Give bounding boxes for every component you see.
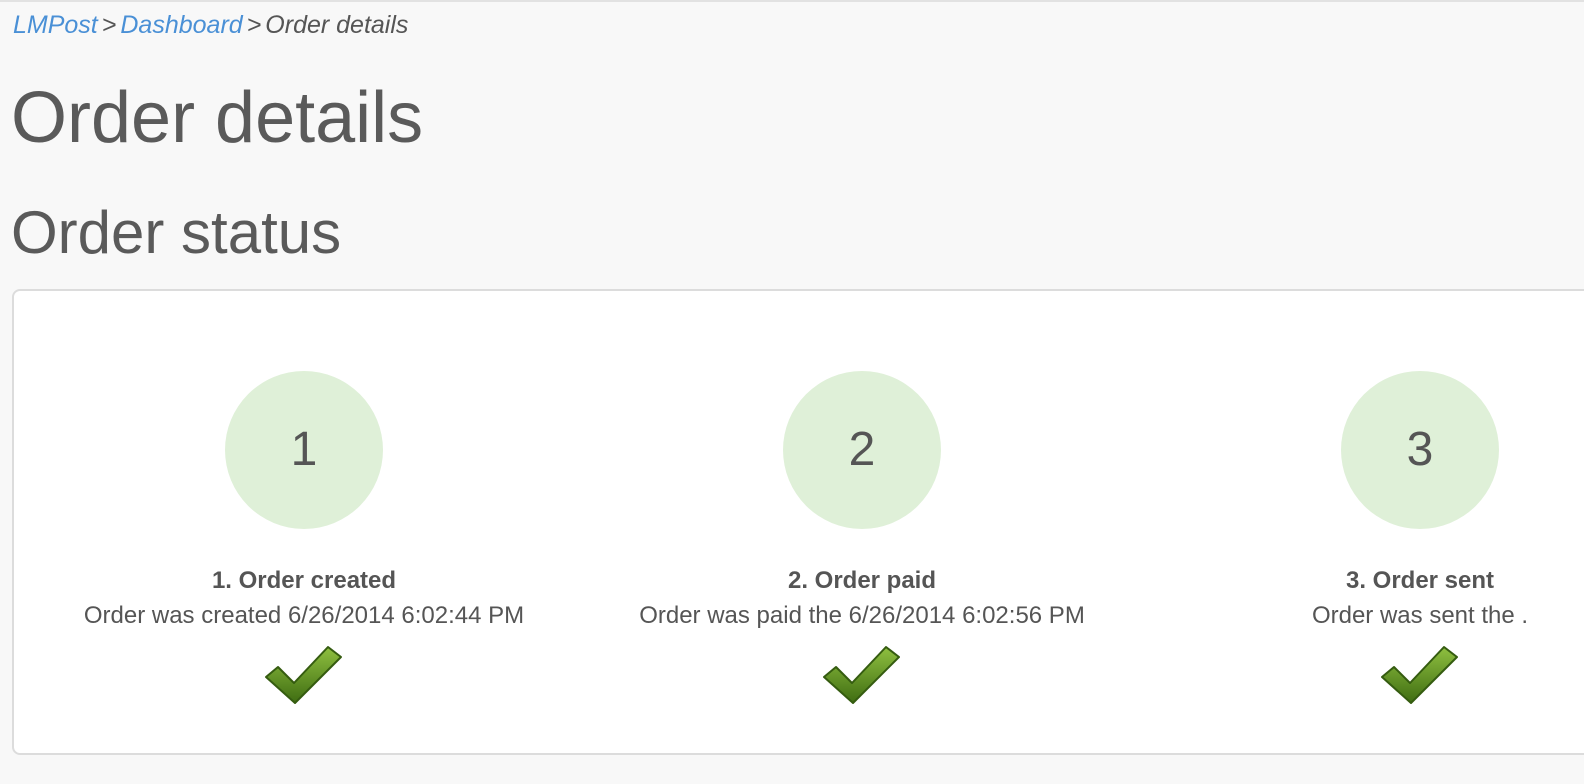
checkmark-icon: [823, 646, 900, 704]
status-step-paid: 2 2. Order paid Order was paid the 6/26/…: [582, 291, 1142, 753]
step-number-circle: 3: [1341, 371, 1499, 529]
step-description: Order was sent the .: [1311, 602, 1529, 629]
step-title: 3. Order sent: [1345, 567, 1495, 594]
section-title-order-status: Order status: [11, 199, 342, 266]
step-description: Order was created 6/26/2014 6:02:44 PM: [83, 602, 525, 629]
page-title: Order details: [11, 78, 424, 158]
checkmark-icon: [1381, 646, 1458, 704]
checkmark-icon: [265, 646, 342, 704]
step-title: 2. Order paid: [787, 567, 937, 594]
step-number-circle: 2: [783, 371, 941, 529]
breadcrumb-separator: >: [101, 11, 117, 39]
status-step-created: 1 1. Order created Order was created 6/2…: [24, 291, 584, 753]
order-status-panel: 1 1. Order created Order was created 6/2…: [12, 289, 1584, 755]
breadcrumb-separator: >: [246, 11, 262, 39]
breadcrumb-link-dashboard[interactable]: Dashboard: [120, 11, 242, 39]
step-title: 1. Order created: [211, 567, 397, 594]
step-number-circle: 1: [225, 371, 383, 529]
breadcrumb-link-home[interactable]: LMPost: [13, 11, 98, 39]
breadcrumb: LMPost > Dashboard > Order details: [13, 11, 408, 40]
step-description: Order was paid the 6/26/2014 6:02:56 PM: [639, 602, 1085, 629]
breadcrumb-current: Order details: [265, 11, 409, 39]
status-step-sent: 3 3. Order sent Order was sent the .: [1140, 291, 1584, 753]
